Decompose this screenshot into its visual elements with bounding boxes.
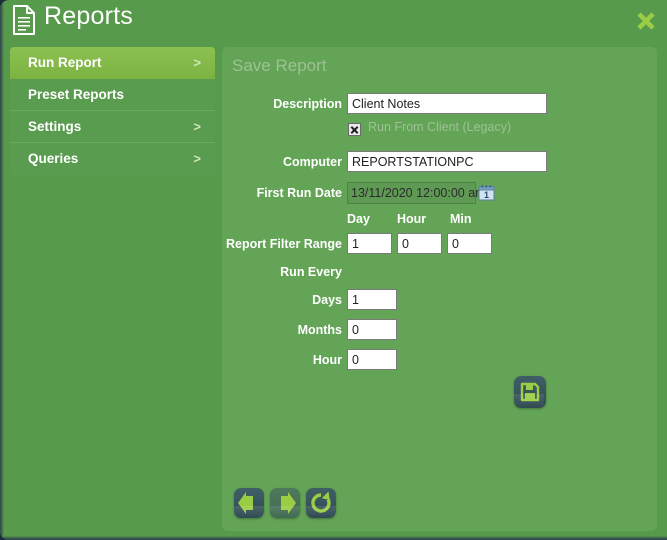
run-from-client-label: Run From Client (Legacy) <box>368 120 512 134</box>
sidebar-item-label: Queries <box>28 151 79 166</box>
computer-input[interactable] <box>347 151 547 172</box>
panel-title: Save Report <box>232 56 327 75</box>
filter-range-min-input[interactable] <box>447 233 492 254</box>
sidebar-item-queries[interactable]: Queries > <box>10 143 215 175</box>
filter-range-day-header: Day <box>347 212 370 226</box>
description-label: Description <box>273 97 342 111</box>
sidebar-item-label: Preset Reports <box>28 87 125 102</box>
first-run-date-input[interactable]: 13/11/2020 12:00:00 am <box>347 182 486 204</box>
calendar-icon[interactable]: 1 <box>478 184 495 201</box>
description-input[interactable] <box>347 93 547 114</box>
window-left-edge <box>0 0 4 540</box>
window-header: Reports <box>0 0 667 42</box>
run-every-hour-input[interactable] <box>347 349 397 370</box>
sidebar-item-label: Settings <box>28 119 82 134</box>
filter-range-min-header: Min <box>450 212 472 226</box>
run-every-days-label: Days <box>312 293 342 307</box>
filter-range-hour-header: Hour <box>397 212 427 226</box>
sidebar-item-settings[interactable]: Settings > <box>10 111 215 143</box>
sidebar-item-run-report[interactable]: Run Report > <box>10 47 215 79</box>
reports-window: Reports Run Report > Preset Reports Sett… <box>0 0 667 540</box>
run-every-months-label: Months <box>297 323 342 337</box>
first-run-date-label: First Run Date <box>256 186 342 200</box>
svg-text:1: 1 <box>484 190 489 200</box>
chevron-right-icon: > <box>193 119 201 134</box>
run-from-client-checkbox[interactable] <box>348 123 361 136</box>
sidebar-item-preset-reports[interactable]: Preset Reports <box>10 79 215 111</box>
save-report-panel: Save Report Description Run From Client … <box>222 47 657 531</box>
back-button[interactable] <box>234 488 264 518</box>
filter-range-day-input[interactable] <box>347 233 392 254</box>
forward-button[interactable] <box>270 488 300 518</box>
run-every-hour-label: Hour <box>312 353 342 367</box>
computer-label: Computer <box>282 155 342 169</box>
chevron-right-icon: > <box>193 151 201 166</box>
report-filter-range-label: Report Filter Range <box>226 237 342 251</box>
document-icon <box>12 5 36 35</box>
window-bottom-edge <box>0 536 667 540</box>
save-button[interactable] <box>514 376 546 408</box>
chevron-right-icon: > <box>193 55 201 70</box>
run-every-months-input[interactable] <box>347 319 397 340</box>
close-icon[interactable] <box>633 8 659 34</box>
page-title: Reports <box>44 2 133 30</box>
filter-range-hour-input[interactable] <box>397 233 442 254</box>
sidebar-nav: Run Report > Preset Reports Settings > Q… <box>10 47 215 175</box>
sidebar-item-label: Run Report <box>28 55 102 70</box>
run-every-days-input[interactable] <box>347 289 397 310</box>
refresh-button[interactable] <box>306 488 336 518</box>
run-every-label: Run Every <box>280 265 342 279</box>
